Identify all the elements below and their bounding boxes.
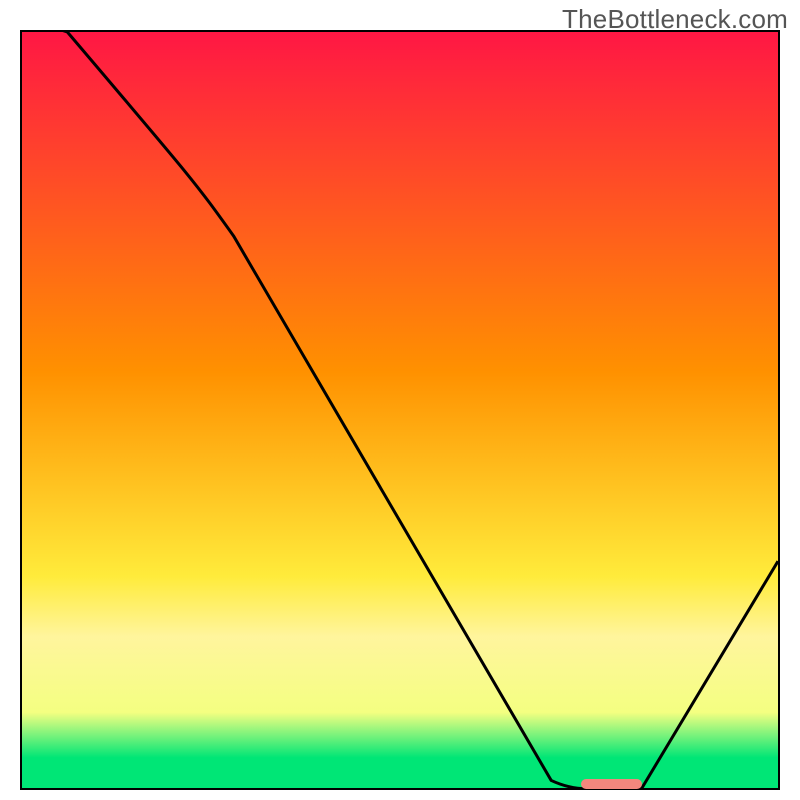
plot-area <box>20 30 780 790</box>
optimal-range-marker <box>581 779 641 789</box>
chart-frame: TheBottleneck.com <box>0 0 800 800</box>
background-gradient <box>22 32 778 788</box>
plot-svg <box>22 32 778 788</box>
